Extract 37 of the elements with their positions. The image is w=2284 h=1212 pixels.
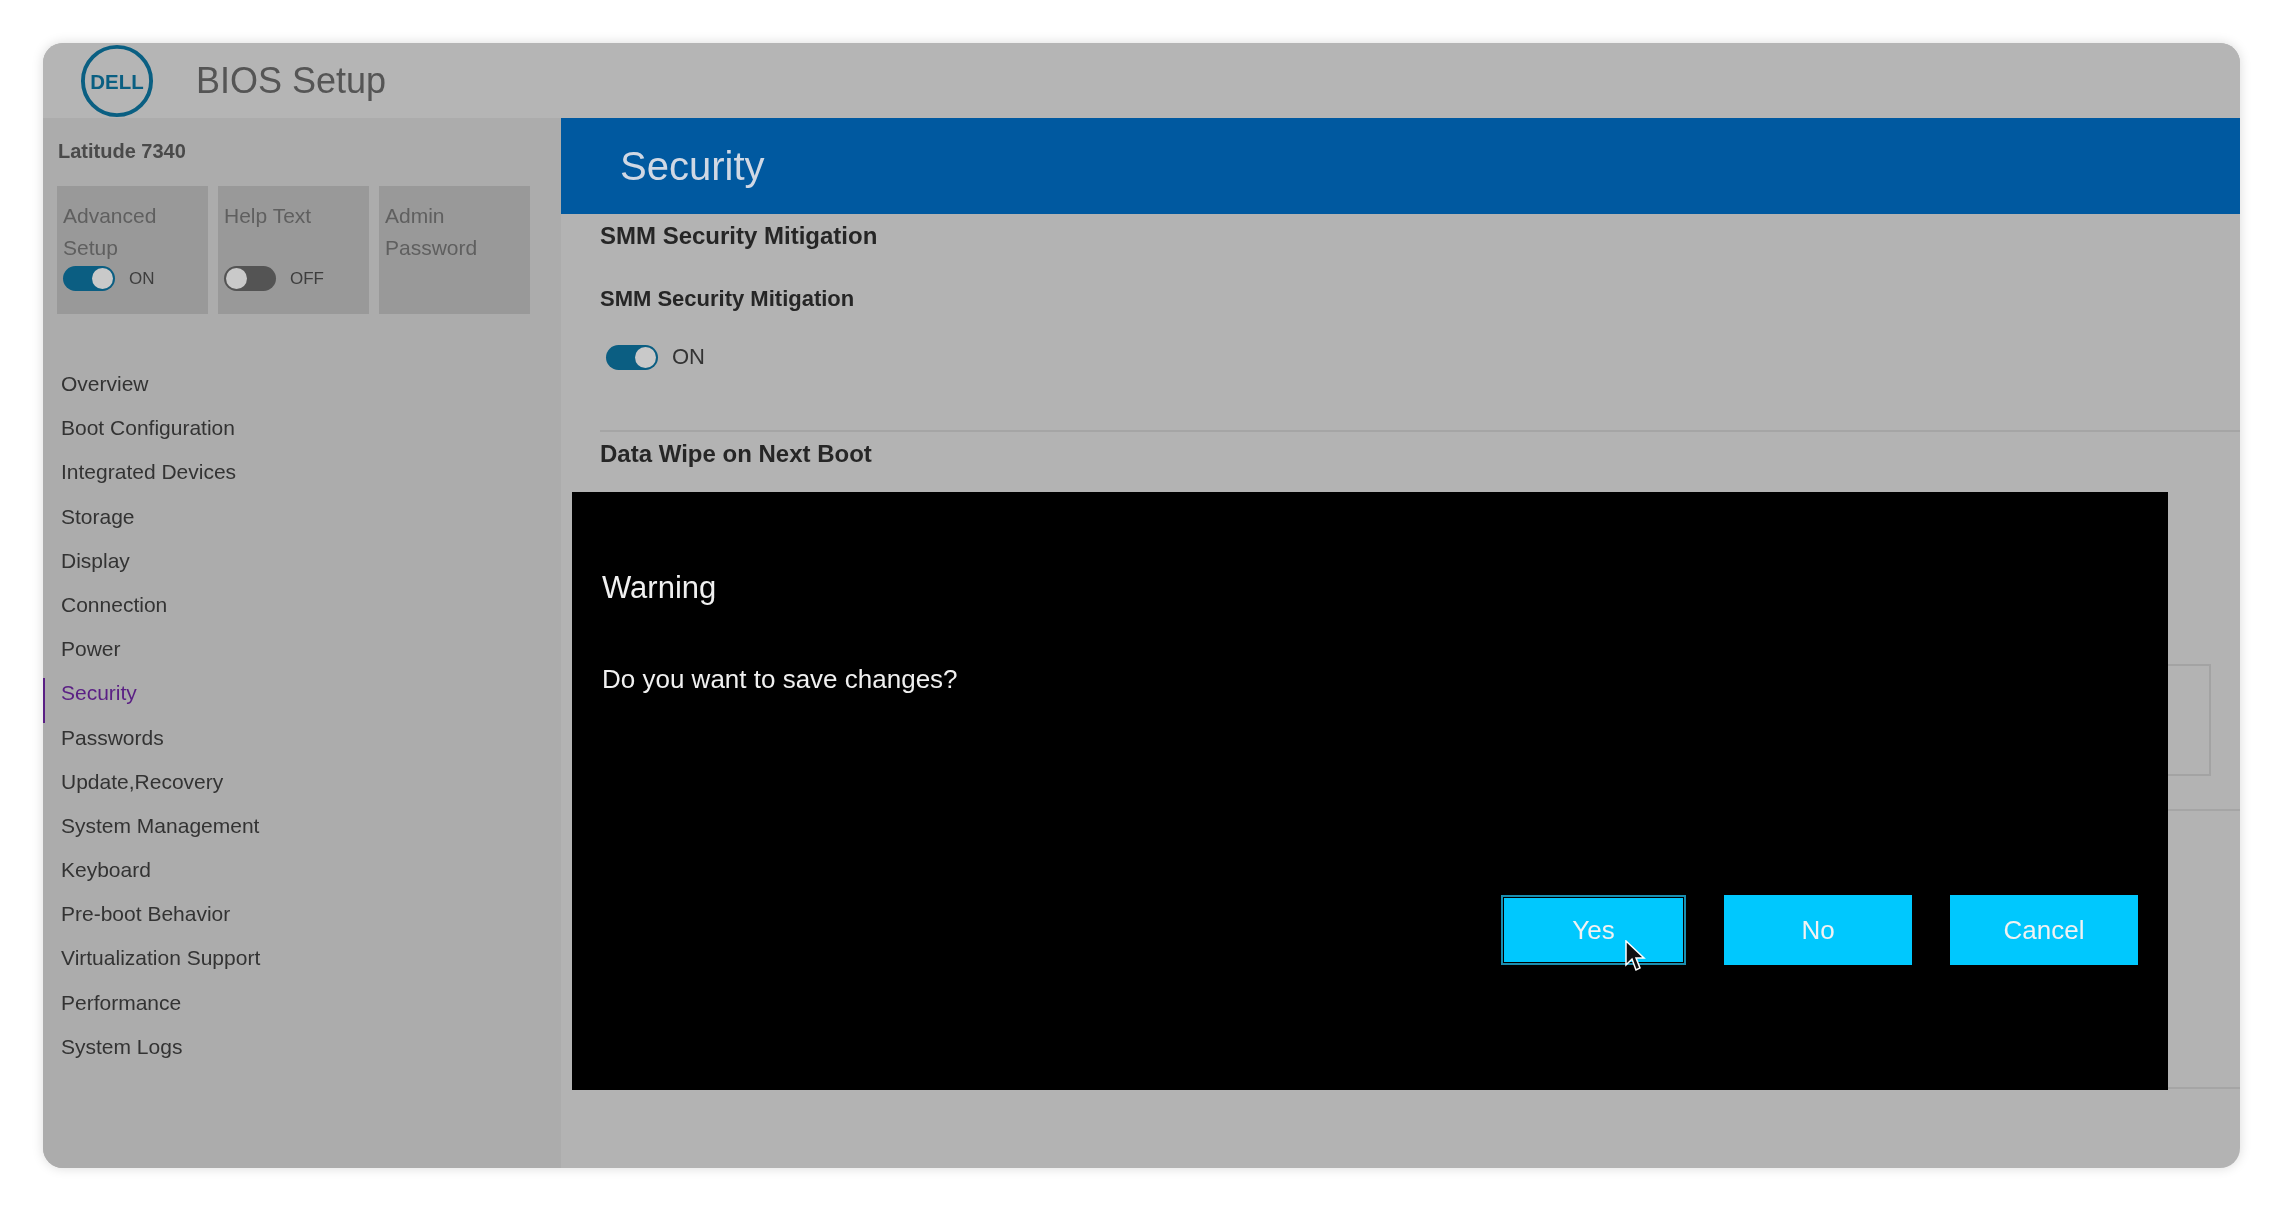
- cursor-icon: [1625, 940, 1647, 972]
- nav-item[interactable]: Overview: [43, 369, 149, 414]
- toggle-state: ON: [672, 344, 705, 370]
- nav-item[interactable]: Storage: [43, 501, 135, 546]
- toggle-state: ON: [129, 268, 155, 289]
- nav-item[interactable]: Keyboard: [43, 855, 151, 900]
- nav-item[interactable]: Update,Recovery: [43, 766, 224, 811]
- section-heading: Data Wipe on Next Boot: [600, 440, 873, 468]
- dialog-title: Warning: [602, 570, 718, 606]
- toggle-switch[interactable]: [224, 266, 276, 291]
- nav-item[interactable]: Virtualization Support: [43, 943, 261, 988]
- setting-tile[interactable]: Help Text OFF: [218, 186, 369, 314]
- page-title: Security: [620, 143, 765, 189]
- logo: DELL: [80, 43, 154, 118]
- nav-item[interactable]: Security: [43, 678, 137, 723]
- tile-label: Advanced Setup: [63, 203, 158, 261]
- nav-item[interactable]: Passwords: [43, 722, 164, 767]
- section-heading: SMM Security Mitigation: [600, 222, 879, 250]
- toggle-switch[interactable]: [63, 266, 115, 291]
- tile-label: Admin Password: [385, 203, 479, 261]
- nav-item[interactable]: Connection: [43, 589, 168, 635]
- nav-item[interactable]: Display: [43, 545, 130, 590]
- model-name: Latitude 7340: [58, 140, 187, 163]
- setting-tile[interactable]: Advanced Setup ON: [57, 186, 208, 314]
- toggle-state: OFF: [290, 268, 324, 289]
- nav-item[interactable]: Integrated Devices: [43, 457, 237, 502]
- nav-item[interactable]: Pre-boot Behavior: [43, 899, 231, 944]
- toggle-switch[interactable]: [606, 344, 658, 370]
- setting-label: SMM Security Mitigation: [600, 286, 856, 312]
- nav-item[interactable]: System Management: [43, 810, 260, 856]
- nav-item[interactable]: Performance: [43, 987, 182, 1032]
- tile-label: Help Text: [224, 203, 313, 229]
- nav-item[interactable]: Power: [43, 634, 121, 679]
- nav-item[interactable]: System Logs: [43, 1031, 183, 1076]
- nav-item[interactable]: Boot Configuration: [43, 413, 235, 458]
- app-title: BIOS Setup: [196, 59, 387, 102]
- dialog-message: Do you want to save changes?: [602, 664, 959, 695]
